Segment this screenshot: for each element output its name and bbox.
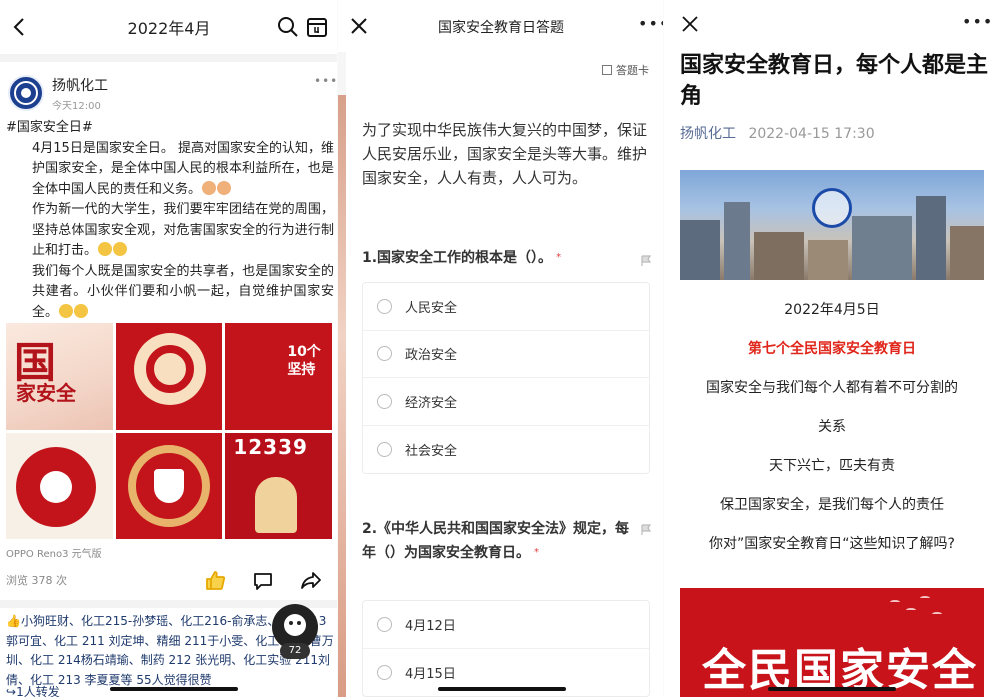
flag-icon[interactable] <box>640 524 652 536</box>
home-indicator[interactable] <box>768 687 896 691</box>
post-image[interactable] <box>6 432 113 539</box>
smile-emoji-icon <box>113 242 128 256</box>
quiz-intro: 为了实现中华民族伟大复兴的中国梦，保证人民安居乐业，国家安全是头等大事。维护国家… <box>362 121 648 187</box>
comment-icon[interactable] <box>252 570 274 592</box>
article-title: 国家安全教育日，每个人都是主角 <box>680 53 989 109</box>
post-time: 今天12:00 <box>52 101 101 112</box>
post-image[interactable]: 10个坚持 <box>225 323 332 430</box>
required-mark: * <box>534 547 539 558</box>
bird-icon <box>906 608 916 612</box>
emblem-icon <box>14 81 38 105</box>
search-icon[interactable] <box>276 15 300 39</box>
calendar-icon[interactable] <box>306 16 328 38</box>
share-icon[interactable] <box>300 569 322 591</box>
top-bar: 国家安全教育日答题 ••• <box>338 0 664 52</box>
article-line: 2022年4月5日 <box>784 302 880 318</box>
post-paragraph: 我们每个人既是国家安全的共享者，也是国家安全的共建者。小伙伴们要和小帆一起，自觉… <box>32 263 334 320</box>
cat-emoji-icon <box>217 180 232 195</box>
post-body: #国家安全日# 4月15日是国家安全日。 提高对国家安全的认知，维护国家安全，是… <box>6 118 334 323</box>
radio-icon[interactable] <box>377 346 392 362</box>
bird-icon <box>890 600 900 604</box>
option-list: 人民安全 政治安全 经济安全 社会安全 <box>362 282 650 474</box>
more-options-icon[interactable]: ••• <box>962 12 993 31</box>
article-line: 关系 <box>818 419 846 435</box>
post-image[interactable] <box>115 432 223 539</box>
poster-image[interactable]: 全民国家安全 <box>680 588 984 697</box>
radio-icon[interactable] <box>377 664 392 680</box>
close-icon[interactable] <box>680 14 700 34</box>
required-mark: * <box>556 252 562 263</box>
question-title: 2.《中华人民共和国国家安全法》规定，每年（）为国家安全教育日。 * <box>362 521 630 561</box>
cat-emoji-icon <box>202 180 217 195</box>
author-avatar[interactable] <box>8 75 44 111</box>
article-meta: 扬帆化工 2022-04-15 17:30 <box>680 123 875 143</box>
divider <box>0 54 338 62</box>
campus-banner-image[interactable] <box>680 170 984 280</box>
option-item[interactable]: 4月12日 <box>363 601 649 649</box>
article-line: 天下兴亡，匹夫有责 <box>769 458 895 474</box>
hashtag[interactable]: #国家安全日# <box>6 118 334 139</box>
home-indicator[interactable] <box>110 687 238 691</box>
forward-count[interactable]: ↪1人转发 <box>6 683 60 697</box>
smile-emoji-icon <box>59 303 74 318</box>
option-item[interactable]: 政治安全 <box>363 331 649 378</box>
more-options-icon[interactable]: ••• <box>314 74 338 88</box>
option-list: 4月12日 4月15日 <box>362 600 650 697</box>
post-paragraph: 4月15日是国家安全日。 提高对国家安全的认知，维护国家安全，是全体中国人民的根… <box>32 140 334 197</box>
bird-icon <box>932 612 942 616</box>
publish-date: 2022-04-15 17:30 <box>748 126 875 142</box>
moments-panel: 2022年4月 扬帆化工 今天12:00 ••• #国家安全日# 4月15日是国… <box>0 0 338 697</box>
smile-emoji-icon <box>74 303 89 318</box>
answer-card-button[interactable]: 答题卡 <box>602 62 649 78</box>
article-panel: ••• 国家安全教育日，每个人都是主角 扬帆化工 2022-04-15 17:3… <box>664 0 1000 697</box>
post-image[interactable] <box>115 323 223 430</box>
quiz-panel: 国家安全教育日答题 ••• 答题卡 为了实现中华民族伟大复兴的中国梦，保证人民安… <box>338 0 664 697</box>
account-name-link[interactable]: 扬帆化工 <box>680 126 736 142</box>
more-options-icon[interactable]: ••• <box>638 14 664 33</box>
grid-icon <box>602 65 612 75</box>
view-count: 浏览 378 次 <box>6 574 67 587</box>
smile-emoji-icon <box>98 242 113 256</box>
post-paragraph: 作为新一代的大学生，我们要牢牢团结在党的周围，坚持总体国家安全观，对危害国家安全… <box>32 202 334 258</box>
radio-icon[interactable] <box>377 393 392 409</box>
radio-icon[interactable] <box>377 298 392 314</box>
bird-icon <box>920 596 930 600</box>
home-indicator[interactable] <box>438 687 566 691</box>
share-icon: ↪ <box>6 685 17 697</box>
option-item[interactable]: 社会安全 <box>363 426 649 474</box>
option-item[interactable]: 人民安全 <box>363 283 649 331</box>
article-line: 你对”国家安全教育日“这些知识了解吗? <box>709 536 955 552</box>
author-name[interactable]: 扬帆化工 <box>52 75 108 95</box>
article-line: 国家安全与我们每个人都有着不可分割的 <box>706 380 958 396</box>
school-logo-icon <box>812 188 852 228</box>
question-title: 1.国家安全工作的根本是（）。 * <box>362 250 562 266</box>
option-item[interactable]: 经济安全 <box>363 378 649 426</box>
post-image[interactable]: 国 家安全 <box>6 323 113 430</box>
thumbs-up-icon: 👍 <box>6 614 21 628</box>
radio-icon[interactable] <box>377 441 392 457</box>
post-image-grid: 国 家安全 10个坚持 12339 <box>6 323 332 539</box>
top-bar: 2022年4月 <box>0 0 338 54</box>
screenshot-collage: 2022年4月 扬帆化工 今天12:00 ••• #国家安全日# 4月15日是国… <box>0 0 1000 697</box>
background-strip <box>338 95 346 697</box>
device-label: OPPO Reno3 元气版 <box>6 549 102 560</box>
page-title: 国家安全教育日答题 <box>438 20 564 36</box>
flag-icon[interactable] <box>640 255 652 267</box>
post-image[interactable]: 12339 <box>225 432 332 539</box>
thumbs-up-icon[interactable] <box>204 569 226 591</box>
article-line: 第七个全民国家安全教育日 <box>748 341 916 357</box>
radio-icon[interactable] <box>377 616 392 632</box>
article-line: 保卫国家安全，是我们每个人的责任 <box>720 497 944 513</box>
float-count-badge: 72 <box>280 643 310 659</box>
